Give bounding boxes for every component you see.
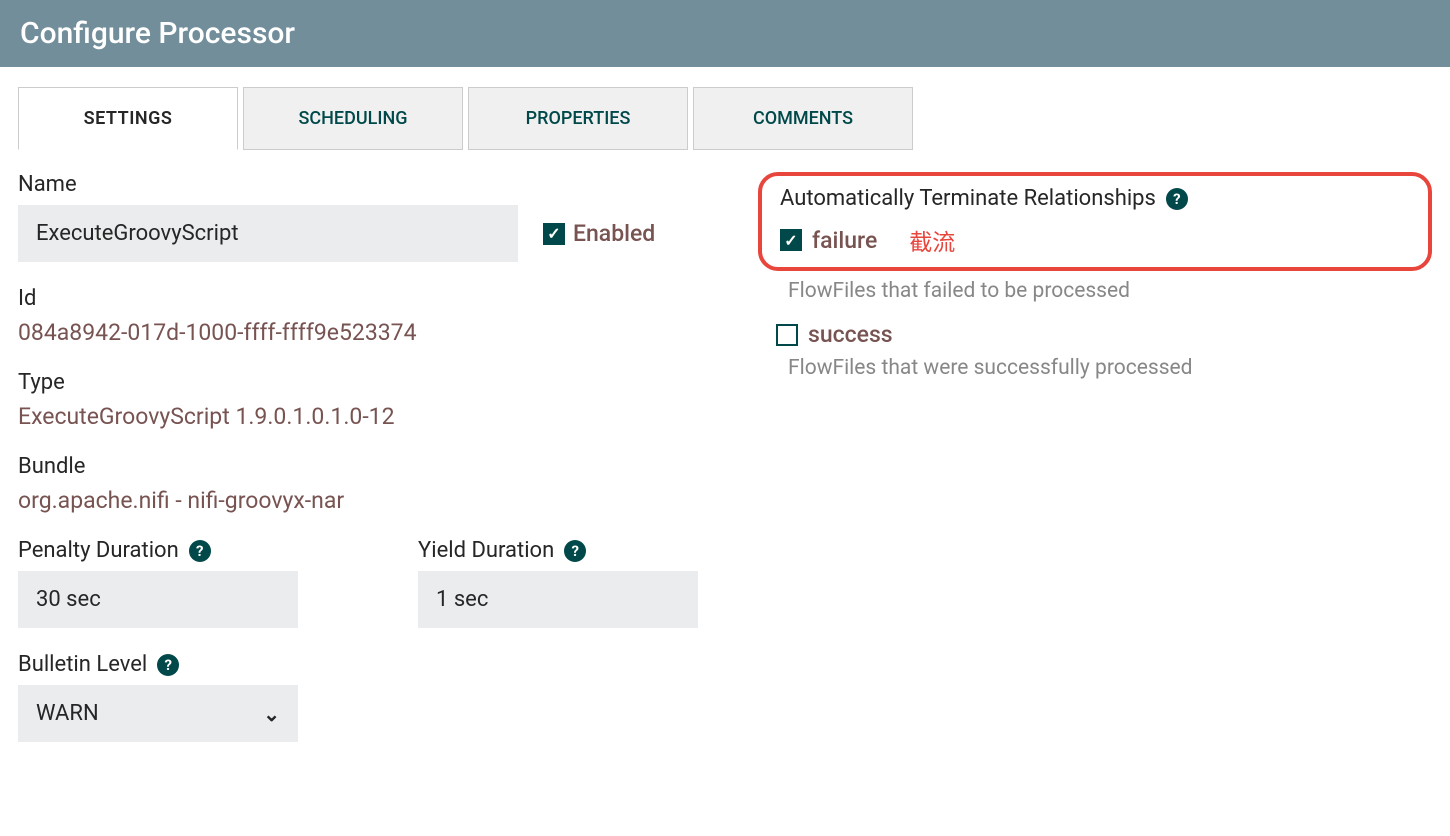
name-input[interactable]: ExecuteGroovyScript [18, 205, 518, 262]
type-label: Type [18, 370, 718, 395]
bundle-value: org.apache.nifi - nifi-groovyx-nar [18, 487, 718, 514]
dialog-title: Configure Processor [20, 16, 1430, 51]
yield-duration-field: Yield Duration ? 1 sec [418, 538, 698, 628]
bundle-label: Bundle [18, 454, 718, 479]
tab-bar: SETTINGS SCHEDULING PROPERTIES COMMENTS [18, 87, 1432, 150]
relationship-failure[interactable]: failure 截流 [780, 223, 1410, 257]
enabled-label: Enabled [573, 220, 655, 247]
settings-left-column: Name ExecuteGroovyScript Enabled Id 084a… [18, 172, 718, 742]
bulletin-level-field: Bulletin Level ? WARN ⌄ [18, 652, 718, 742]
bulletin-level-value: WARN [36, 701, 99, 726]
penalty-duration-label: Penalty Duration ? [18, 538, 298, 563]
enabled-checkbox[interactable] [543, 223, 565, 245]
id-value: 084a8942-017d-1000-ffff-ffff9e523374 [18, 319, 718, 346]
relationship-success-name: success [808, 321, 893, 348]
relationship-failure-name: failure [812, 227, 877, 254]
enabled-checkbox-wrap[interactable]: Enabled [543, 220, 655, 247]
name-label: Name [18, 172, 718, 197]
penalty-duration-field: Penalty Duration ? 30 sec [18, 538, 298, 628]
bulletin-level-label: Bulletin Level ? [18, 652, 718, 677]
yield-duration-label: Yield Duration ? [418, 538, 698, 563]
duration-row: Penalty Duration ? 30 sec Yield Duration… [18, 538, 718, 628]
name-row: ExecuteGroovyScript Enabled [18, 205, 718, 262]
type-value: ExecuteGroovyScript 1.9.0.1.0.1.0-12 [18, 403, 718, 430]
penalty-duration-input[interactable]: 30 sec [18, 571, 298, 628]
relationship-failure-checkbox[interactable] [780, 229, 802, 251]
dialog-content: SETTINGS SCHEDULING PROPERTIES COMMENTS … [0, 67, 1450, 762]
auto-terminate-header-text: Automatically Terminate Relationships [780, 186, 1156, 211]
tab-scheduling[interactable]: SCHEDULING [243, 87, 463, 150]
relationship-failure-desc: FlowFiles that failed to be processed [788, 279, 1432, 303]
help-icon[interactable]: ? [564, 540, 586, 562]
relationship-success-desc: FlowFiles that were successfully process… [788, 356, 1432, 380]
relationship-success-checkbox[interactable] [776, 324, 798, 346]
auto-terminate-header: Automatically Terminate Relationships ? [780, 186, 1410, 211]
dialog-header: Configure Processor [0, 0, 1450, 67]
chevron-down-icon: ⌄ [263, 702, 280, 726]
annotation-label: 截流 [909, 223, 955, 257]
penalty-duration-label-text: Penalty Duration [18, 538, 179, 563]
bulletin-level-label-text: Bulletin Level [18, 652, 147, 677]
settings-right-column: Automatically Terminate Relationships ? … [758, 172, 1432, 742]
yield-duration-label-text: Yield Duration [418, 538, 554, 563]
help-icon[interactable]: ? [1166, 188, 1188, 210]
relationship-success[interactable]: success [776, 321, 1432, 348]
tab-properties[interactable]: PROPERTIES [468, 87, 688, 150]
bulletin-level-select[interactable]: WARN ⌄ [18, 685, 298, 742]
annotation-highlight: Automatically Terminate Relationships ? … [758, 172, 1432, 271]
tab-comments[interactable]: COMMENTS [693, 87, 913, 150]
relationship-success-block: success [776, 321, 1432, 348]
yield-duration-input[interactable]: 1 sec [418, 571, 698, 628]
id-label: Id [18, 286, 718, 311]
help-icon[interactable]: ? [157, 654, 179, 676]
settings-body: Name ExecuteGroovyScript Enabled Id 084a… [18, 172, 1432, 742]
tab-settings[interactable]: SETTINGS [18, 87, 238, 150]
help-icon[interactable]: ? [189, 540, 211, 562]
